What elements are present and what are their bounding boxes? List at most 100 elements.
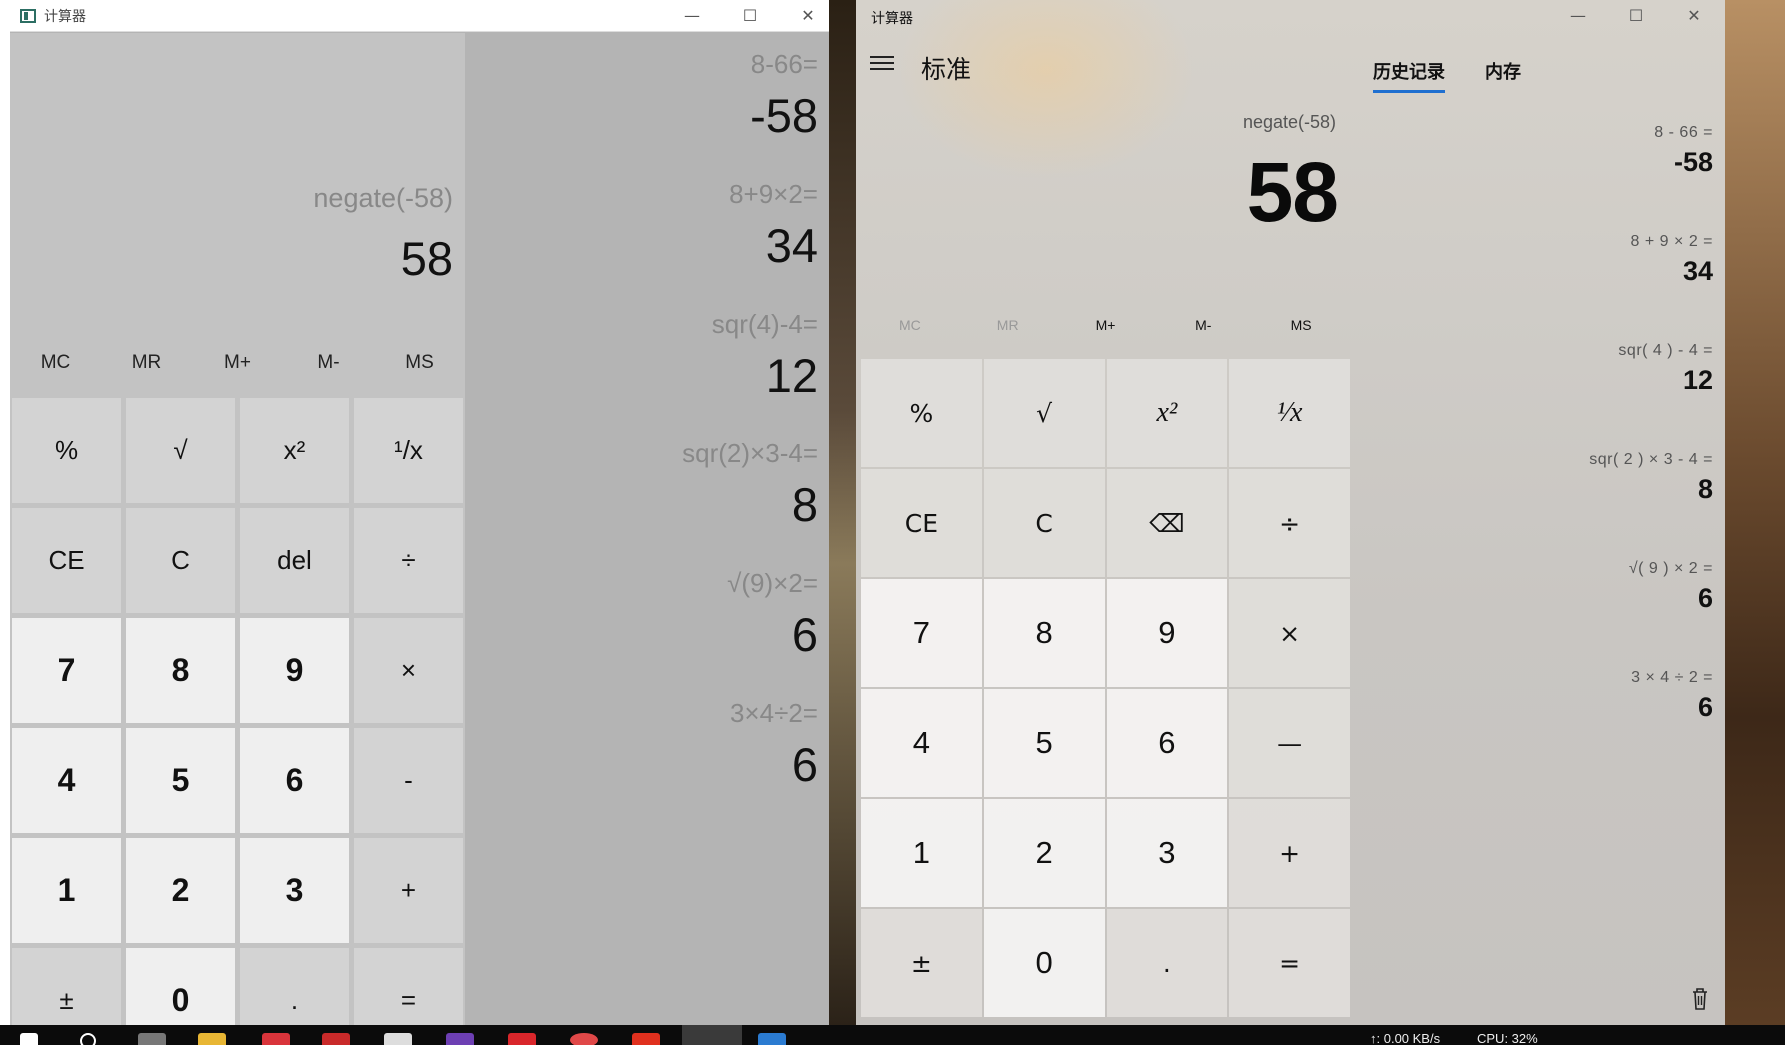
maximize-button[interactable]: ☐ xyxy=(721,0,779,30)
digit-7-button[interactable]: 7 xyxy=(861,579,982,687)
calculator-taskbar-button[interactable] xyxy=(682,1025,742,1045)
app-icon[interactable] xyxy=(758,1033,786,1045)
digit-2-button[interactable]: 2 xyxy=(126,838,235,943)
digit-1-button[interactable]: 1 xyxy=(12,838,121,943)
app-icon[interactable] xyxy=(322,1033,350,1045)
sqrt-button[interactable]: √ xyxy=(126,398,235,503)
digit-8-button[interactable]: 8 xyxy=(983,579,1105,687)
app-icon[interactable] xyxy=(632,1033,660,1045)
history-item[interactable]: √(9)×2= 6 xyxy=(727,568,818,662)
history-expression: √( 9 ) × 2 = xyxy=(1628,560,1713,577)
multiply-button[interactable]: × xyxy=(354,618,463,723)
visual-studio-icon[interactable] xyxy=(446,1033,474,1045)
start-icon[interactable] xyxy=(20,1033,38,1045)
delete-button[interactable]: del xyxy=(240,508,349,613)
negate-button[interactable]: ± xyxy=(861,909,982,1017)
minimize-button[interactable]: — xyxy=(663,0,721,30)
digit-3-button[interactable]: 3 xyxy=(1106,799,1228,907)
memory-clear-button[interactable]: MC xyxy=(861,300,959,350)
history-item[interactable]: sqr( 4 ) - 4 = 12 xyxy=(1618,342,1713,396)
clear-button[interactable]: C xyxy=(126,508,235,613)
divide-button[interactable]: ÷ xyxy=(354,508,463,613)
trash-icon[interactable] xyxy=(1690,987,1710,1011)
equals-button[interactable]: = xyxy=(1229,909,1350,1017)
digit-2-button[interactable]: 2 xyxy=(983,799,1105,907)
minus-button[interactable]: — xyxy=(1229,689,1350,797)
memory-subtract-button[interactable]: M- xyxy=(1154,300,1252,350)
square-button[interactable]: x² xyxy=(240,398,349,503)
app-icon[interactable] xyxy=(570,1033,598,1045)
document-icon[interactable] xyxy=(384,1033,412,1045)
digit-3-button[interactable]: 3 xyxy=(240,838,349,943)
maximize-button[interactable]: ☐ xyxy=(1607,0,1665,30)
clear-entry-button[interactable]: CE xyxy=(861,469,982,577)
history-expression: sqr( 4 ) - 4 = xyxy=(1618,342,1713,359)
memory-clear-button[interactable]: MC xyxy=(10,330,101,396)
plus-button[interactable]: + xyxy=(354,838,463,943)
history-item[interactable]: 8+9×2= 34 xyxy=(729,179,818,273)
close-button[interactable]: ✕ xyxy=(779,0,829,30)
history-value: 12 xyxy=(1682,365,1713,395)
history-expression: 3×4÷2= xyxy=(729,698,818,728)
decimal-button[interactable]: . xyxy=(1106,909,1228,1017)
task-view-icon[interactable] xyxy=(138,1033,166,1045)
history-item[interactable]: 8-66= -58 xyxy=(750,49,818,143)
search-icon[interactable] xyxy=(80,1033,96,1045)
memory-add-button[interactable]: M+ xyxy=(192,330,283,396)
clear-entry-button[interactable]: CE xyxy=(12,508,121,613)
memory-store-button[interactable]: MS xyxy=(1252,300,1350,350)
memory-store-button[interactable]: MS xyxy=(374,330,465,396)
app-icon[interactable] xyxy=(262,1033,290,1045)
memory-recall-button[interactable]: MR xyxy=(959,300,1057,350)
minimize-button[interactable]: — xyxy=(1549,0,1607,30)
digit-7-button[interactable]: 7 xyxy=(12,618,121,723)
equals-button[interactable]: = xyxy=(354,948,463,1025)
digit-9-button[interactable]: 9 xyxy=(240,618,349,723)
reciprocal-button[interactable]: ¹⁄x xyxy=(1229,359,1350,467)
digit-5-button[interactable]: 5 xyxy=(983,689,1105,797)
minus-button[interactable]: - xyxy=(354,728,463,833)
sqrt-button[interactable]: √ xyxy=(983,359,1105,467)
app-icon[interactable] xyxy=(508,1033,536,1045)
side-tabs: 历史记录 内存 xyxy=(1373,58,1521,93)
digit-0-button[interactable]: 0 xyxy=(126,948,235,1025)
percent-button[interactable]: % xyxy=(12,398,121,503)
history-item[interactable]: √( 9 ) × 2 = 6 xyxy=(1629,560,1713,614)
divide-button[interactable]: ÷ xyxy=(1229,469,1350,577)
plus-button[interactable]: + xyxy=(1229,799,1350,907)
digit-6-button[interactable]: 6 xyxy=(240,728,349,833)
tab-memory[interactable]: 内存 xyxy=(1485,58,1521,93)
memory-add-button[interactable]: M+ xyxy=(1057,300,1155,350)
digit-6-button[interactable]: 6 xyxy=(1106,689,1228,797)
history-item[interactable]: sqr(2)×3-4= 8 xyxy=(682,438,818,532)
history-item[interactable]: 8 - 66 = -58 xyxy=(1654,124,1713,178)
multiply-button[interactable]: × xyxy=(1229,579,1350,687)
percent-button[interactable]: % xyxy=(861,359,982,467)
digit-9-button[interactable]: 9 xyxy=(1106,579,1228,687)
history-item[interactable]: sqr( 2 ) × 3 - 4 = 8 xyxy=(1589,451,1713,505)
memory-recall-button[interactable]: MR xyxy=(101,330,192,396)
history-item[interactable]: 3×4÷2= 6 xyxy=(730,698,818,792)
digit-5-button[interactable]: 5 xyxy=(126,728,235,833)
tab-history[interactable]: 历史记录 xyxy=(1373,58,1445,93)
window-title: 计算器 xyxy=(44,7,86,24)
reciprocal-button[interactable]: ¹/x xyxy=(354,398,463,503)
square-button[interactable]: x² xyxy=(1106,359,1228,467)
file-explorer-icon[interactable] xyxy=(198,1033,226,1045)
history-expression: √(9)×2= xyxy=(727,568,818,598)
digit-0-button[interactable]: 0 xyxy=(983,909,1105,1017)
decimal-button[interactable]: . xyxy=(240,948,349,1025)
clear-button[interactable]: C xyxy=(983,469,1105,577)
negate-button[interactable]: ± xyxy=(12,948,121,1025)
history-item[interactable]: 3 × 4 ÷ 2 = 6 xyxy=(1631,669,1713,723)
digit-4-button[interactable]: 4 xyxy=(12,728,121,833)
history-item[interactable]: 8 + 9 × 2 = 34 xyxy=(1631,233,1713,287)
history-item[interactable]: sqr(4)-4= 12 xyxy=(712,309,818,403)
digit-4-button[interactable]: 4 xyxy=(861,689,982,797)
backspace-icon[interactable]: ⌫ xyxy=(1106,469,1228,577)
hamburger-menu-icon[interactable] xyxy=(870,56,894,74)
digit-1-button[interactable]: 1 xyxy=(861,799,982,907)
memory-subtract-button[interactable]: M- xyxy=(283,330,374,396)
digit-8-button[interactable]: 8 xyxy=(126,618,235,723)
close-button[interactable]: ✕ xyxy=(1665,0,1723,30)
